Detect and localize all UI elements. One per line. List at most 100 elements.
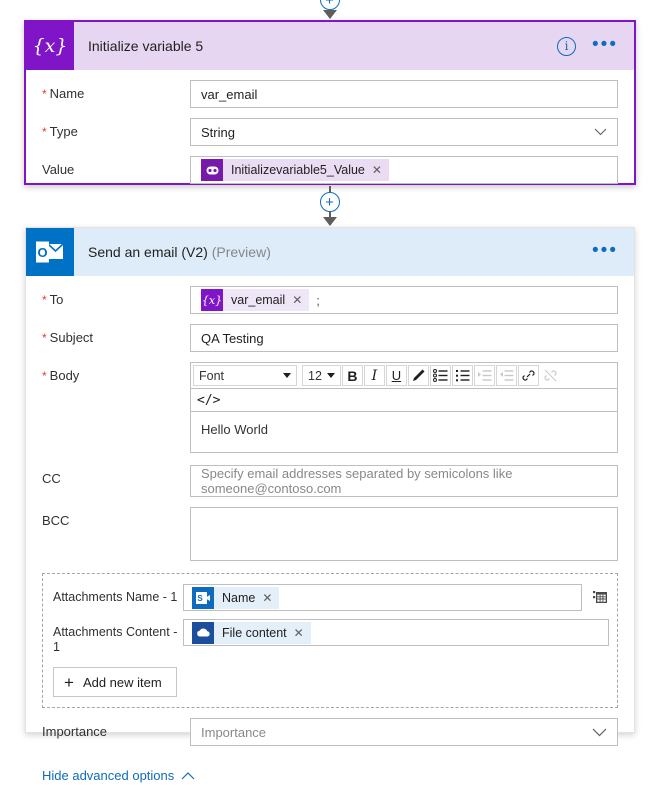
name-input-value: var_email (201, 86, 258, 102)
code-view-button[interactable]: </> (190, 388, 618, 411)
type-select[interactable]: String (190, 118, 618, 146)
label-value: Value (42, 162, 75, 177)
card-title-text: Send an email (V2) (88, 244, 208, 260)
svg-text:O: O (37, 245, 47, 260)
font-size-value: 12 (308, 368, 322, 383)
bold-button[interactable]: B (341, 365, 363, 386)
token-chip-attachment-name[interactable]: S Name ✕ (192, 586, 280, 609)
send-email-header-actions: ••• (592, 241, 634, 260)
label-cc: CC (42, 471, 61, 486)
underline-button[interactable]: U (385, 365, 407, 386)
attachment-content-input[interactable]: File content ✕ (183, 619, 609, 646)
card-title-send-email: Send an email (V2) (Preview) (88, 244, 592, 260)
token-chip-var-email[interactable]: {x} var_email ✕ (201, 289, 310, 311)
chevron-down-icon-size (326, 373, 335, 378)
token-chip-initializevariable5-value[interactable]: Initializevariable5_Value ✕ (201, 159, 389, 181)
label-name: Name (42, 80, 190, 102)
body-content-area[interactable]: Hello World (190, 411, 618, 453)
variable-braces-icon: {x} (26, 22, 74, 70)
token-chip-body-attachment-name: Name ✕ (214, 586, 280, 609)
type-select-value: String (201, 124, 235, 140)
field-row-subject: Subject QA Testing (42, 324, 618, 352)
token-chip-label-file-content: File content (222, 625, 287, 640)
bcc-input[interactable] (190, 507, 618, 561)
plus-icon: + (64, 672, 74, 692)
attachment-content-row: Attachments Content - 1 File content ✕ (53, 619, 609, 655)
connector-top: + (0, 0, 659, 19)
token-chip-label-to: var_email (231, 293, 286, 307)
chevron-down-icon-importance (592, 728, 607, 737)
field-row-bcc: BCC (42, 507, 618, 561)
bulleted-list-icon[interactable] (429, 365, 451, 386)
outlook-icon: O (26, 228, 74, 276)
attachment-name-row: Attachments Name - 1 S Name ✕ (53, 584, 609, 611)
hide-advanced-options-label: Hide advanced options (42, 768, 175, 783)
to-input[interactable]: {x} var_email ✕ ; (190, 286, 618, 314)
cc-placeholder: Specify email addresses separated by sem… (201, 466, 513, 496)
info-icon[interactable]: i (557, 36, 577, 56)
body-content-text: Hello World (201, 422, 268, 437)
sharepoint-icon: S (192, 586, 214, 609)
delete-item-icon[interactable] (592, 588, 609, 608)
card-title-initialize-variable: Initialize variable 5 (88, 38, 204, 54)
card-header-send-email[interactable]: O Send an email (V2) (Preview) ••• (26, 228, 634, 276)
close-icon[interactable]: ✕ (372, 163, 382, 177)
link-icon[interactable] (517, 365, 539, 386)
add-new-item-label: Add new item (82, 674, 162, 690)
more-menu-icon[interactable]: ••• (592, 35, 618, 54)
font-family-value: Font (199, 368, 225, 383)
field-row-cc: CC Specify email addresses separated by … (42, 465, 618, 497)
label-attachment-content: Attachments Content - 1 (53, 625, 178, 654)
code-view-label: </> (197, 392, 221, 408)
field-row-name: Name var_email (42, 80, 618, 108)
field-row-value: Value Initializevariable5_Value ✕ (42, 156, 618, 184)
chevron-down-icon (594, 128, 607, 136)
send-email-card[interactable]: O Send an email (V2) (Preview) ••• To {x… (25, 227, 635, 783)
more-menu-icon-email[interactable]: ••• (592, 241, 618, 260)
to-separator: ; (316, 292, 320, 308)
add-new-item-button[interactable]: + Add new item (53, 667, 177, 697)
preview-tag: (Preview) (211, 244, 271, 260)
token-chip-file-content[interactable]: File content ✕ (192, 621, 311, 644)
svg-text:S: S (197, 594, 203, 603)
arrow-down-icon-top (322, 10, 337, 19)
indent-decrease-icon (495, 365, 517, 386)
token-chip-label: Initializevariable5_Value (231, 163, 365, 177)
attachments-rows: Attachments Name - 1 S Name ✕ Attachment… (53, 584, 609, 697)
subject-input[interactable]: QA Testing (190, 324, 618, 352)
pen-icon[interactable] (407, 365, 429, 386)
token-chip-label-attachment-name: Name (222, 590, 256, 605)
cc-input[interactable]: Specify email addresses separated by sem… (190, 465, 618, 497)
importance-select[interactable]: Importance (190, 718, 618, 746)
close-icon-attachment-name[interactable]: ✕ (262, 591, 272, 605)
label-to: To (42, 286, 190, 308)
field-row-to: To {x} var_email ✕ ; (42, 286, 618, 314)
chevron-down-icon-font (283, 373, 291, 378)
attachment-name-input[interactable]: S Name ✕ (183, 584, 582, 611)
insert-action-button-top[interactable]: + (319, 0, 340, 10)
label-subject: Subject (42, 324, 190, 346)
label-bcc: BCC (42, 513, 70, 528)
token-chip-body-to: var_email ✕ (223, 289, 310, 311)
label-body: Body (42, 362, 190, 384)
variable-braces-icon-token: {x} (201, 289, 223, 311)
numbered-list-icon[interactable] (451, 365, 473, 386)
initialize-variable-card[interactable]: {x} Initialize variable 5 i ••• Name var… (24, 20, 636, 185)
value-input[interactable]: Initializevariable5_Value ✕ (190, 156, 618, 184)
font-family-dropdown[interactable]: Font (193, 365, 297, 386)
body-rich-text-editor[interactable]: Font 12 B I U </> Hello World (190, 362, 618, 453)
font-size-dropdown[interactable]: 12 (302, 365, 341, 386)
italic-button[interactable]: I (363, 365, 385, 386)
connector-middle: + (0, 186, 659, 226)
label-type: Type (42, 118, 190, 140)
hide-advanced-options-link[interactable]: Hide advanced options (42, 768, 195, 783)
variable-braces-glyph: {x} (201, 293, 223, 307)
close-icon-file-content[interactable]: ✕ (294, 626, 304, 640)
field-row-body: Body Font 12 B I U (42, 362, 618, 453)
indent-increase-icon (473, 365, 495, 386)
card-header-initialize-variable[interactable]: {x} Initialize variable 5 i ••• (26, 22, 634, 70)
onedrive-cloud-icon (192, 621, 214, 644)
insert-action-button-middle[interactable]: + (319, 192, 340, 212)
name-input[interactable]: var_email (190, 80, 618, 108)
close-icon-to[interactable]: ✕ (292, 293, 302, 307)
